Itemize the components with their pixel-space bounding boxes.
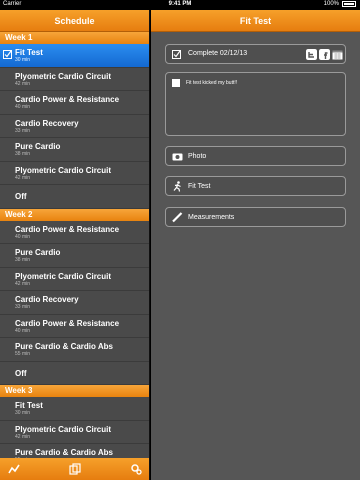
workout-name: Fit Test bbox=[15, 401, 43, 410]
workout-row[interactable]: Plyometric Cardio Circuit 42 min bbox=[0, 268, 149, 291]
workout-name: Plyometric Cardio Circuit bbox=[15, 271, 112, 281]
workout-name: Plyometric Cardio Circuit bbox=[15, 71, 112, 81]
workout-row[interactable]: Pure Cardio 38 min bbox=[0, 138, 149, 162]
schedule-title: Schedule bbox=[0, 10, 149, 32]
workout-duration: 42 min bbox=[15, 280, 31, 287]
workout-duration: 30 min bbox=[15, 57, 31, 63]
battery-percent: 100% bbox=[323, 1, 339, 7]
workout-duration: 42 min bbox=[15, 80, 31, 87]
workout-duration: 40 min bbox=[15, 104, 31, 110]
measurements-button[interactable]: Measurements bbox=[165, 207, 346, 227]
schedule-panel: Schedule Week 1 Fit Test 30 min Plyometric … bbox=[0, 10, 150, 480]
workout-name: Off bbox=[15, 192, 27, 201]
workout-name: Pure Cardio & Cardio Abs bbox=[15, 342, 113, 351]
workout-row[interactable]: Fit Test 30 min bbox=[0, 44, 149, 68]
photo-button-label: Photo bbox=[188, 153, 207, 160]
workout-duration: 33 min bbox=[15, 304, 31, 310]
photo-button[interactable]: Photo bbox=[165, 146, 346, 166]
week-header: Week 2 bbox=[0, 208, 149, 221]
workout-name: Pure Cardio & Cardio Abs bbox=[15, 448, 113, 457]
completed-check-icon bbox=[3, 50, 12, 59]
complete-row[interactable]: Complete 02/12/13 bbox=[165, 44, 346, 64]
workout-row[interactable]: Cardio Power & Resistance 40 min bbox=[0, 91, 149, 115]
workout-name: Cardio Power & Resistance bbox=[15, 224, 120, 234]
workout-row[interactable]: Cardio Recovery 33 min bbox=[0, 115, 149, 138]
notes-text[interactable]: Fit test kicked my butt!! bbox=[186, 80, 237, 86]
workout-duration: 55 min bbox=[15, 351, 31, 357]
detail-title: Fit Test bbox=[151, 10, 360, 32]
battery-icon bbox=[342, 1, 356, 7]
schedule-list[interactable]: Week 1 Fit Test 30 min Plyometric Cardio Ci… bbox=[0, 32, 149, 468]
fit-test-button-label: Fit Test bbox=[188, 183, 211, 190]
workout-duration: 42 min bbox=[15, 174, 31, 181]
note-icon bbox=[172, 79, 180, 87]
complete-date-label: Complete 02/12/13 bbox=[188, 50, 248, 57]
workout-name: Cardio Recovery bbox=[15, 295, 79, 304]
measurements-button-label: Measurements bbox=[188, 214, 235, 221]
workout-duration: 42 min bbox=[15, 433, 31, 440]
workout-name: Plyometric Cardio Circuit bbox=[15, 165, 112, 175]
detail-panel: Fit Test Complete 02/12/13 Fit test kick… bbox=[151, 10, 360, 480]
workout-name: Cardio Power & Resistance bbox=[15, 318, 120, 328]
twitter-icon[interactable] bbox=[306, 49, 317, 60]
workout-name: Pure Cardio bbox=[15, 142, 61, 151]
runner-icon bbox=[173, 181, 181, 192]
camera-icon bbox=[172, 153, 183, 161]
workout-row[interactable]: Plyometric Cardio Circuit 42 min bbox=[0, 68, 149, 91]
fit-test-button[interactable]: Fit Test bbox=[165, 176, 346, 196]
workout-row[interactable]: Plyometric Cardio Circuit 42 min bbox=[0, 421, 149, 444]
workout-duration: 33 min bbox=[15, 127, 31, 134]
settings-gears-icon[interactable] bbox=[130, 463, 142, 475]
complete-checkbox-icon[interactable] bbox=[172, 50, 181, 59]
workout-name: Plyometric Cardio Circuit bbox=[15, 424, 112, 434]
workout-row[interactable]: Plyometric Cardio Circuit 42 min bbox=[0, 162, 149, 185]
workout-row[interactable]: Cardio Recovery 33 min bbox=[0, 291, 149, 315]
workout-duration: 38 min bbox=[15, 151, 31, 157]
copy-icon[interactable] bbox=[69, 463, 81, 475]
workout-row[interactable]: Pure Cardio 38 min bbox=[0, 244, 149, 268]
workout-duration: 40 min bbox=[15, 327, 31, 334]
progress-chart-icon[interactable] bbox=[8, 463, 20, 475]
facebook-icon[interactable] bbox=[319, 49, 330, 60]
workout-duration: 38 min bbox=[15, 257, 31, 263]
battery-indicator: 100% bbox=[324, 1, 356, 7]
workout-duration: 40 min bbox=[15, 233, 31, 240]
workout-row[interactable]: Pure Cardio & Cardio Abs55 min bbox=[0, 338, 149, 362]
schedule-toolbar bbox=[0, 458, 149, 480]
workout-row[interactable]: Cardio Power & Resistance 40 min bbox=[0, 221, 149, 244]
workout-name: Cardio Recovery bbox=[15, 118, 79, 128]
workout-name: Pure Cardio bbox=[15, 248, 61, 257]
week-header: Week 3 bbox=[0, 385, 149, 397]
workout-name: Fit Test bbox=[15, 48, 43, 57]
calendar-icon[interactable] bbox=[332, 49, 343, 60]
workout-row[interactable]: Off bbox=[0, 362, 149, 385]
status-bar: Carrier 9:41 PM 100% bbox=[0, 0, 360, 10]
workout-duration: 30 min bbox=[15, 410, 31, 416]
week-header: Week 1 bbox=[0, 32, 149, 44]
ruler-icon bbox=[172, 212, 183, 223]
clock: 9:41 PM bbox=[168, 1, 192, 7]
notes-field[interactable]: Fit test kicked my butt!! bbox=[165, 72, 346, 136]
workout-name: Off bbox=[15, 368, 27, 378]
workout-row[interactable]: Off bbox=[0, 185, 149, 209]
workout-name: Cardio Power & Resistance bbox=[15, 95, 120, 104]
workout-row[interactable]: Cardio Power & Resistance 40 min bbox=[0, 315, 149, 338]
workout-row[interactable]: Fit Test 30 min bbox=[0, 397, 149, 421]
